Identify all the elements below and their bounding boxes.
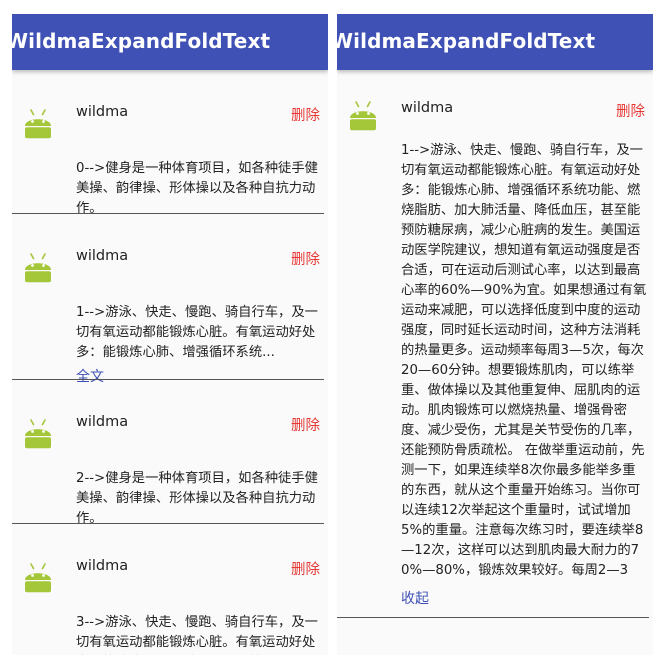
app-bar: WildmaExpandFoldText <box>12 14 328 70</box>
android-robot-icon <box>345 98 381 134</box>
delete-button[interactable]: 删除 <box>291 558 320 579</box>
delete-button[interactable]: 删除 <box>291 414 320 435</box>
list-item: wildma 删除 1-->游泳、快走、慢跑、骑自行车，及一切有氧运动都能锻炼心… <box>337 70 653 618</box>
divider <box>337 617 649 618</box>
list-item: wildma 删除 3-->游泳、快走、慢跑、骑自行车，及一切有氧运动都能锻炼心… <box>12 524 328 655</box>
android-robot-icon <box>20 106 56 142</box>
item-content: 1-->游泳、快走、慢跑、骑自行车，及一切有氧运动都能锻炼心脏。有氧运动好处多：… <box>76 305 318 360</box>
android-robot-icon <box>20 416 56 452</box>
item-name: wildma <box>76 558 129 574</box>
delete-button[interactable]: 删除 <box>291 248 320 269</box>
item-content: 0-->健身是一种体育项目，如各种徒手健美操、韵律操、形体操以及各种自抗力动作。 <box>76 161 318 216</box>
app-title: WildmaExpandFoldText <box>337 29 596 53</box>
item-name: wildma <box>76 248 129 264</box>
android-robot-icon <box>20 250 56 286</box>
item-name: wildma <box>76 414 129 430</box>
list-item: wildma 删除 0-->健身是一种体育项目，如各种徒手健美操、韵律操、形体操… <box>12 70 328 216</box>
item-content: 2-->健身是一种体育项目，如各种徒手健美操、韵律操、形体操以及各种自抗力动作。 <box>76 471 318 526</box>
delete-button[interactable]: 删除 <box>616 100 645 121</box>
android-robot-icon <box>20 560 56 596</box>
list-item: wildma 删除 2-->健身是一种体育项目，如各种徒手健美操、韵律操、形体操… <box>12 380 328 526</box>
app-bar: WildmaExpandFoldText <box>337 14 653 70</box>
item-content: 3-->游泳、快走、慢跑、骑自行车，及一切有氧运动都能锻炼心脏。有氧运动好处多：… <box>76 615 318 650</box>
collapse-button[interactable]: 收起 <box>401 588 429 608</box>
left-screen: WildmaExpandFoldText wildma 删除 0-->健身是一种… <box>12 14 328 655</box>
item-content: 1-->游泳、快走、慢跑、骑自行车，及一切有氧运动都能锻炼心脏。有氧运动好处多：… <box>401 143 647 578</box>
right-screen: WildmaExpandFoldText wildma 删除 1-->游泳、快走… <box>337 14 653 655</box>
app-title: WildmaExpandFoldText <box>12 29 271 53</box>
delete-button[interactable]: 删除 <box>291 104 320 125</box>
item-name: wildma <box>401 100 454 116</box>
list-item: wildma 删除 1-->游泳、快走、慢跑、骑自行车，及一切有氧运动都能锻炼心… <box>12 214 328 385</box>
item-name: wildma <box>76 104 129 120</box>
